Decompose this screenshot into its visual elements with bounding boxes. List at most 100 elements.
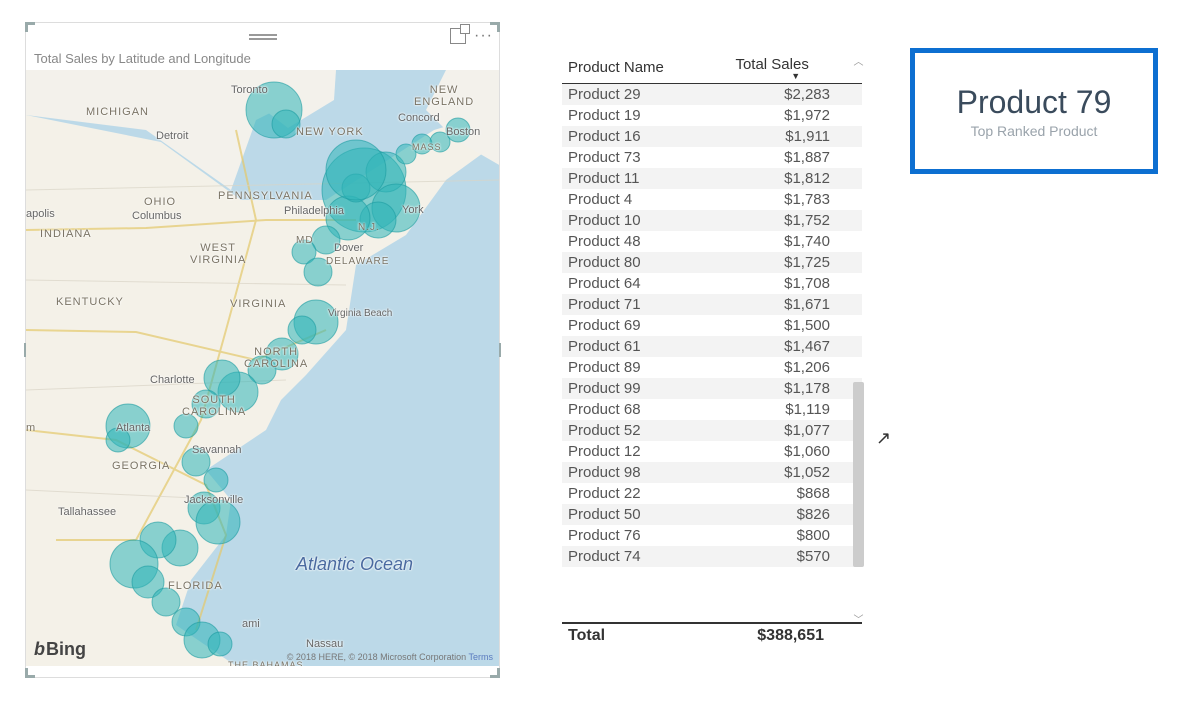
cell-sales: $1,178 — [729, 378, 862, 399]
cell-sales: $1,752 — [729, 210, 862, 231]
cell-sales: $1,467 — [729, 336, 862, 357]
map-credits: © 2018 HERE, © 2018 Microsoft Corporatio… — [287, 652, 493, 662]
table-row[interactable]: Product 11$1,812 — [562, 168, 862, 189]
cell-name: Product 52 — [562, 420, 729, 441]
map-bubble[interactable] — [174, 414, 198, 438]
visual-header: ··· — [26, 23, 499, 51]
cell-sales: $800 — [729, 525, 862, 546]
cell-name: Product 61 — [562, 336, 729, 357]
table-row[interactable]: Product 10$1,752 — [562, 210, 862, 231]
cell-sales: $1,119 — [729, 399, 862, 420]
credits-text: © 2018 HERE, © 2018 Microsoft Corporatio… — [287, 652, 466, 662]
cell-name: Product 71 — [562, 294, 729, 315]
cell-name: Product 64 — [562, 273, 729, 294]
table-row[interactable]: Product 69$1,500 — [562, 315, 862, 336]
scrollbar-thumb[interactable] — [853, 382, 864, 566]
bing-text: Bing — [46, 639, 86, 659]
cell-name: Product 19 — [562, 105, 729, 126]
table-row[interactable]: Product 68$1,119 — [562, 399, 862, 420]
resize-handle[interactable] — [490, 668, 500, 678]
table-row[interactable]: Product 12$1,060 — [562, 441, 862, 462]
cell-sales: $1,060 — [729, 441, 862, 462]
cell-name: Product 48 — [562, 231, 729, 252]
cell-name: Product 76 — [562, 525, 729, 546]
table-row[interactable]: Product 64$1,708 — [562, 273, 862, 294]
cell-name: Product 16 — [562, 126, 729, 147]
map-bubble[interactable] — [204, 468, 228, 492]
total-value: $388,651 — [757, 627, 856, 645]
card-value: Product 79 — [957, 84, 1112, 121]
table-visual[interactable]: Product Name Total Sales ▼ Product 29$2,… — [562, 52, 862, 648]
table-row[interactable]: Product 99$1,178 — [562, 378, 862, 399]
table-row[interactable]: Product 52$1,077 — [562, 420, 862, 441]
cell-sales: $570 — [729, 546, 862, 567]
table-row[interactable]: Product 48$1,740 — [562, 231, 862, 252]
cell-sales: $1,812 — [729, 168, 862, 189]
column-header-sales[interactable]: Total Sales ▼ — [729, 52, 862, 84]
map-bubble[interactable] — [208, 632, 232, 656]
cell-sales: $1,783 — [729, 189, 862, 210]
cell-name: Product 73 — [562, 147, 729, 168]
cell-sales: $1,740 — [729, 231, 862, 252]
cell-sales: $826 — [729, 504, 862, 525]
cell-sales: $2,283 — [729, 84, 862, 106]
terms-link[interactable]: Terms — [469, 652, 494, 662]
map-bubble[interactable] — [106, 428, 130, 452]
cell-sales: $1,972 — [729, 105, 862, 126]
scrollbar[interactable]: ︿ ﹀ — [850, 52, 867, 626]
map-bubble[interactable] — [196, 500, 240, 544]
cell-name: Product 74 — [562, 546, 729, 567]
table-footer: Total $388,651 — [562, 622, 862, 648]
card-visual[interactable]: Product 79 Top Ranked Product — [910, 48, 1158, 174]
scroll-down-icon[interactable]: ﹀ — [850, 610, 867, 626]
sales-table: Product Name Total Sales ▼ Product 29$2,… — [562, 52, 862, 567]
table-row[interactable]: Product 16$1,911 — [562, 126, 862, 147]
table-row[interactable]: Product 89$1,206 — [562, 357, 862, 378]
map-bubble[interactable] — [182, 448, 210, 476]
focus-mode-icon[interactable] — [450, 28, 466, 44]
map-bubble[interactable] — [326, 140, 386, 200]
more-options-icon[interactable]: ··· — [474, 27, 493, 45]
cell-sales: $1,206 — [729, 357, 862, 378]
table-row[interactable]: Product 76$800 — [562, 525, 862, 546]
cell-name: Product 11 — [562, 168, 729, 189]
cell-name: Product 68 — [562, 399, 729, 420]
cell-sales: $1,708 — [729, 273, 862, 294]
map-body[interactable]: MICHIGAN Detroit Toronto NEW YORK NEW EN… — [26, 70, 499, 666]
table-row[interactable]: Product 61$1,467 — [562, 336, 862, 357]
cell-sales: $1,671 — [729, 294, 862, 315]
map-bubble[interactable] — [430, 132, 450, 152]
table-row[interactable]: Product 50$826 — [562, 504, 862, 525]
map-bubble[interactable] — [272, 110, 300, 138]
cell-name: Product 50 — [562, 504, 729, 525]
scrollbar-track[interactable] — [850, 68, 867, 610]
map-bubble[interactable] — [304, 258, 332, 286]
resize-handle[interactable] — [25, 668, 35, 678]
bing-logo: bBing — [34, 639, 86, 660]
table-row[interactable]: Product 98$1,052 — [562, 462, 862, 483]
table-row[interactable]: Product 4$1,783 — [562, 189, 862, 210]
cell-sales: $1,911 — [729, 126, 862, 147]
table-row[interactable]: Product 74$570 — [562, 546, 862, 567]
cell-sales: $868 — [729, 483, 862, 504]
cell-name: Product 98 — [562, 462, 729, 483]
column-header-name[interactable]: Product Name — [562, 52, 729, 84]
table-row[interactable]: Product 29$2,283 — [562, 84, 862, 106]
map-bubble[interactable] — [192, 390, 220, 418]
cell-name: Product 29 — [562, 84, 729, 106]
cell-name: Product 22 — [562, 483, 729, 504]
drag-handle-icon[interactable] — [249, 34, 277, 40]
table-row[interactable]: Product 73$1,887 — [562, 147, 862, 168]
cell-name: Product 80 — [562, 252, 729, 273]
map-bubble[interactable] — [412, 134, 432, 154]
map-title: Total Sales by Latitude and Longitude — [26, 51, 499, 70]
table-row[interactable]: Product 22$868 — [562, 483, 862, 504]
cell-sales: $1,077 — [729, 420, 862, 441]
map-visual[interactable]: ··· Total Sales by Latitude and Longitud… — [25, 22, 500, 678]
cell-sales: $1,887 — [729, 147, 862, 168]
scroll-up-icon[interactable]: ︿ — [850, 52, 867, 68]
table-row[interactable]: Product 71$1,671 — [562, 294, 862, 315]
table-row[interactable]: Product 19$1,972 — [562, 105, 862, 126]
table-row[interactable]: Product 80$1,725 — [562, 252, 862, 273]
map-bubble[interactable] — [288, 316, 316, 344]
